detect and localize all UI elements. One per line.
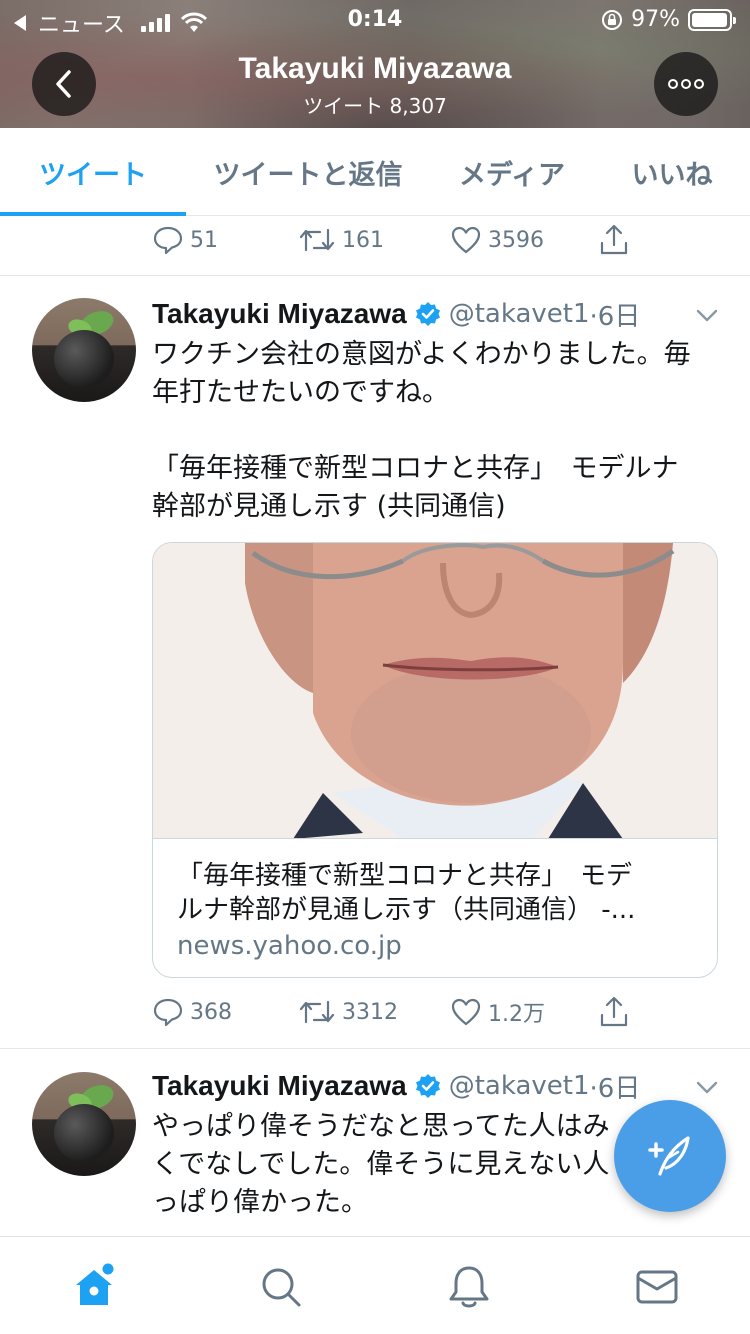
avatar-pot: [54, 330, 114, 388]
bell-icon: [449, 1266, 489, 1308]
reply-count: 51: [190, 227, 218, 253]
chevron-down-icon[interactable]: [694, 302, 720, 328]
retweet-count: 161: [342, 227, 384, 253]
avatar[interactable]: [32, 1072, 136, 1176]
like-count: 1.2万: [488, 1002, 545, 1027]
heart-icon: [451, 226, 481, 254]
tweet-header: Takayuki Miyazawa @takavet1 ·6日: [152, 294, 722, 334]
tweet-text-quote: 「毎年接種で新型コロナと共存」 モデルナ 幹部が見通し示す (共同通信): [152, 453, 679, 522]
like-button[interactable]: 3596: [450, 220, 544, 260]
tweet-divider: [0, 1048, 750, 1049]
retweet-count: 3312: [342, 999, 398, 1025]
profile-header: ニュース 0:14 97% Takayuki Miyazawa ツイート 8,3…: [0, 0, 750, 128]
portrait-photo: [153, 543, 717, 838]
share-icon: [600, 996, 628, 1027]
previous-tweet-actions: 51 161 3596: [152, 220, 652, 260]
battery-icon: [688, 8, 736, 31]
status-bar-right: 97%: [601, 7, 736, 32]
link-card-title: 「毎年接種で新型コロナと共存」 モデ ルナ幹部が見通し示す（共同通信） -...: [177, 861, 636, 925]
compose-tweet-button[interactable]: [614, 1100, 726, 1212]
nav-notifications[interactable]: [445, 1263, 493, 1311]
nav-messages[interactable]: [633, 1263, 681, 1311]
tweet-divider: [0, 275, 750, 276]
retweet-button[interactable]: 3312: [298, 992, 398, 1032]
active-tab-indicator: [0, 212, 186, 216]
status-bar: ニュース 0:14 97%: [0, 0, 750, 40]
verified-badge-icon: [415, 302, 440, 326]
retweet-button[interactable]: 161: [298, 220, 384, 260]
search-icon: [262, 1268, 301, 1307]
tweet-text: ワクチン会社の意図がよくわかりました。毎 年打たせたいのですね。: [152, 339, 691, 408]
tweet-header: Takayuki Miyazawa @takavet1 ·6日: [152, 1066, 722, 1106]
share-icon: [600, 224, 628, 255]
speech-bubble-icon: [153, 226, 183, 255]
heart-icon: [451, 998, 481, 1026]
link-card-domain: news.yahoo.co.jp: [177, 931, 402, 961]
tweet-author-name[interactable]: Takayuki Miyazawa: [152, 1070, 407, 1102]
link-card-image: [153, 543, 717, 839]
avatar-pot: [54, 1104, 114, 1162]
tweet-count: ツイート 8,307: [303, 94, 447, 118]
tweet-handle: @takavet1: [448, 299, 590, 329]
reply-button[interactable]: 51: [152, 220, 218, 260]
tweet-handle: @takavet1: [448, 1071, 590, 1101]
nav-search[interactable]: [257, 1263, 305, 1311]
more-options-button[interactable]: [654, 52, 718, 116]
chevron-down-icon[interactable]: [694, 1074, 720, 1100]
home-icon: [76, 1263, 114, 1305]
tab-tweets[interactable]: ツイート: [0, 128, 186, 216]
retweet-icon: [299, 228, 335, 252]
orientation-lock-icon: [602, 9, 623, 30]
tweet-time: ·6日: [589, 301, 641, 332]
battery-percent: 97%: [631, 7, 680, 32]
retweet-icon: [299, 1000, 335, 1024]
tab-likes[interactable]: いいね: [594, 128, 750, 216]
compose-tweet-icon: [648, 1136, 690, 1176]
reply-button[interactable]: 368: [152, 992, 232, 1032]
ellipsis-icon: [668, 79, 704, 89]
reply-count: 368: [190, 999, 232, 1025]
share-button[interactable]: [598, 992, 630, 1032]
verified-badge-icon: [415, 1074, 440, 1098]
tweet-author-name[interactable]: Takayuki Miyazawa: [152, 298, 407, 330]
link-card[interactable]: 「毎年接種で新型コロナと共存」 モデ ルナ幹部が見通し示す（共同通信） -...…: [152, 542, 718, 978]
envelope-icon: [636, 1270, 678, 1304]
profile-name-title: Takayuki Miyazawa: [238, 52, 512, 85]
tab-tweets-and-replies[interactable]: ツイートと返信: [186, 128, 430, 216]
bottom-tab-bar: [0, 1236, 750, 1334]
like-button[interactable]: 1.2万: [450, 992, 545, 1032]
tweet-time: ·6日: [589, 1073, 641, 1104]
share-button[interactable]: [598, 220, 630, 260]
like-count: 3596: [488, 227, 544, 253]
speech-bubble-icon: [153, 998, 183, 1027]
avatar[interactable]: [32, 298, 136, 402]
profile-tabs: ツイート ツイートと返信 メディア いいね: [0, 128, 750, 216]
nav-home[interactable]: [70, 1263, 118, 1311]
tab-media[interactable]: メディア: [430, 128, 594, 216]
tweet-actions: 368 3312 1.2万: [152, 992, 652, 1032]
